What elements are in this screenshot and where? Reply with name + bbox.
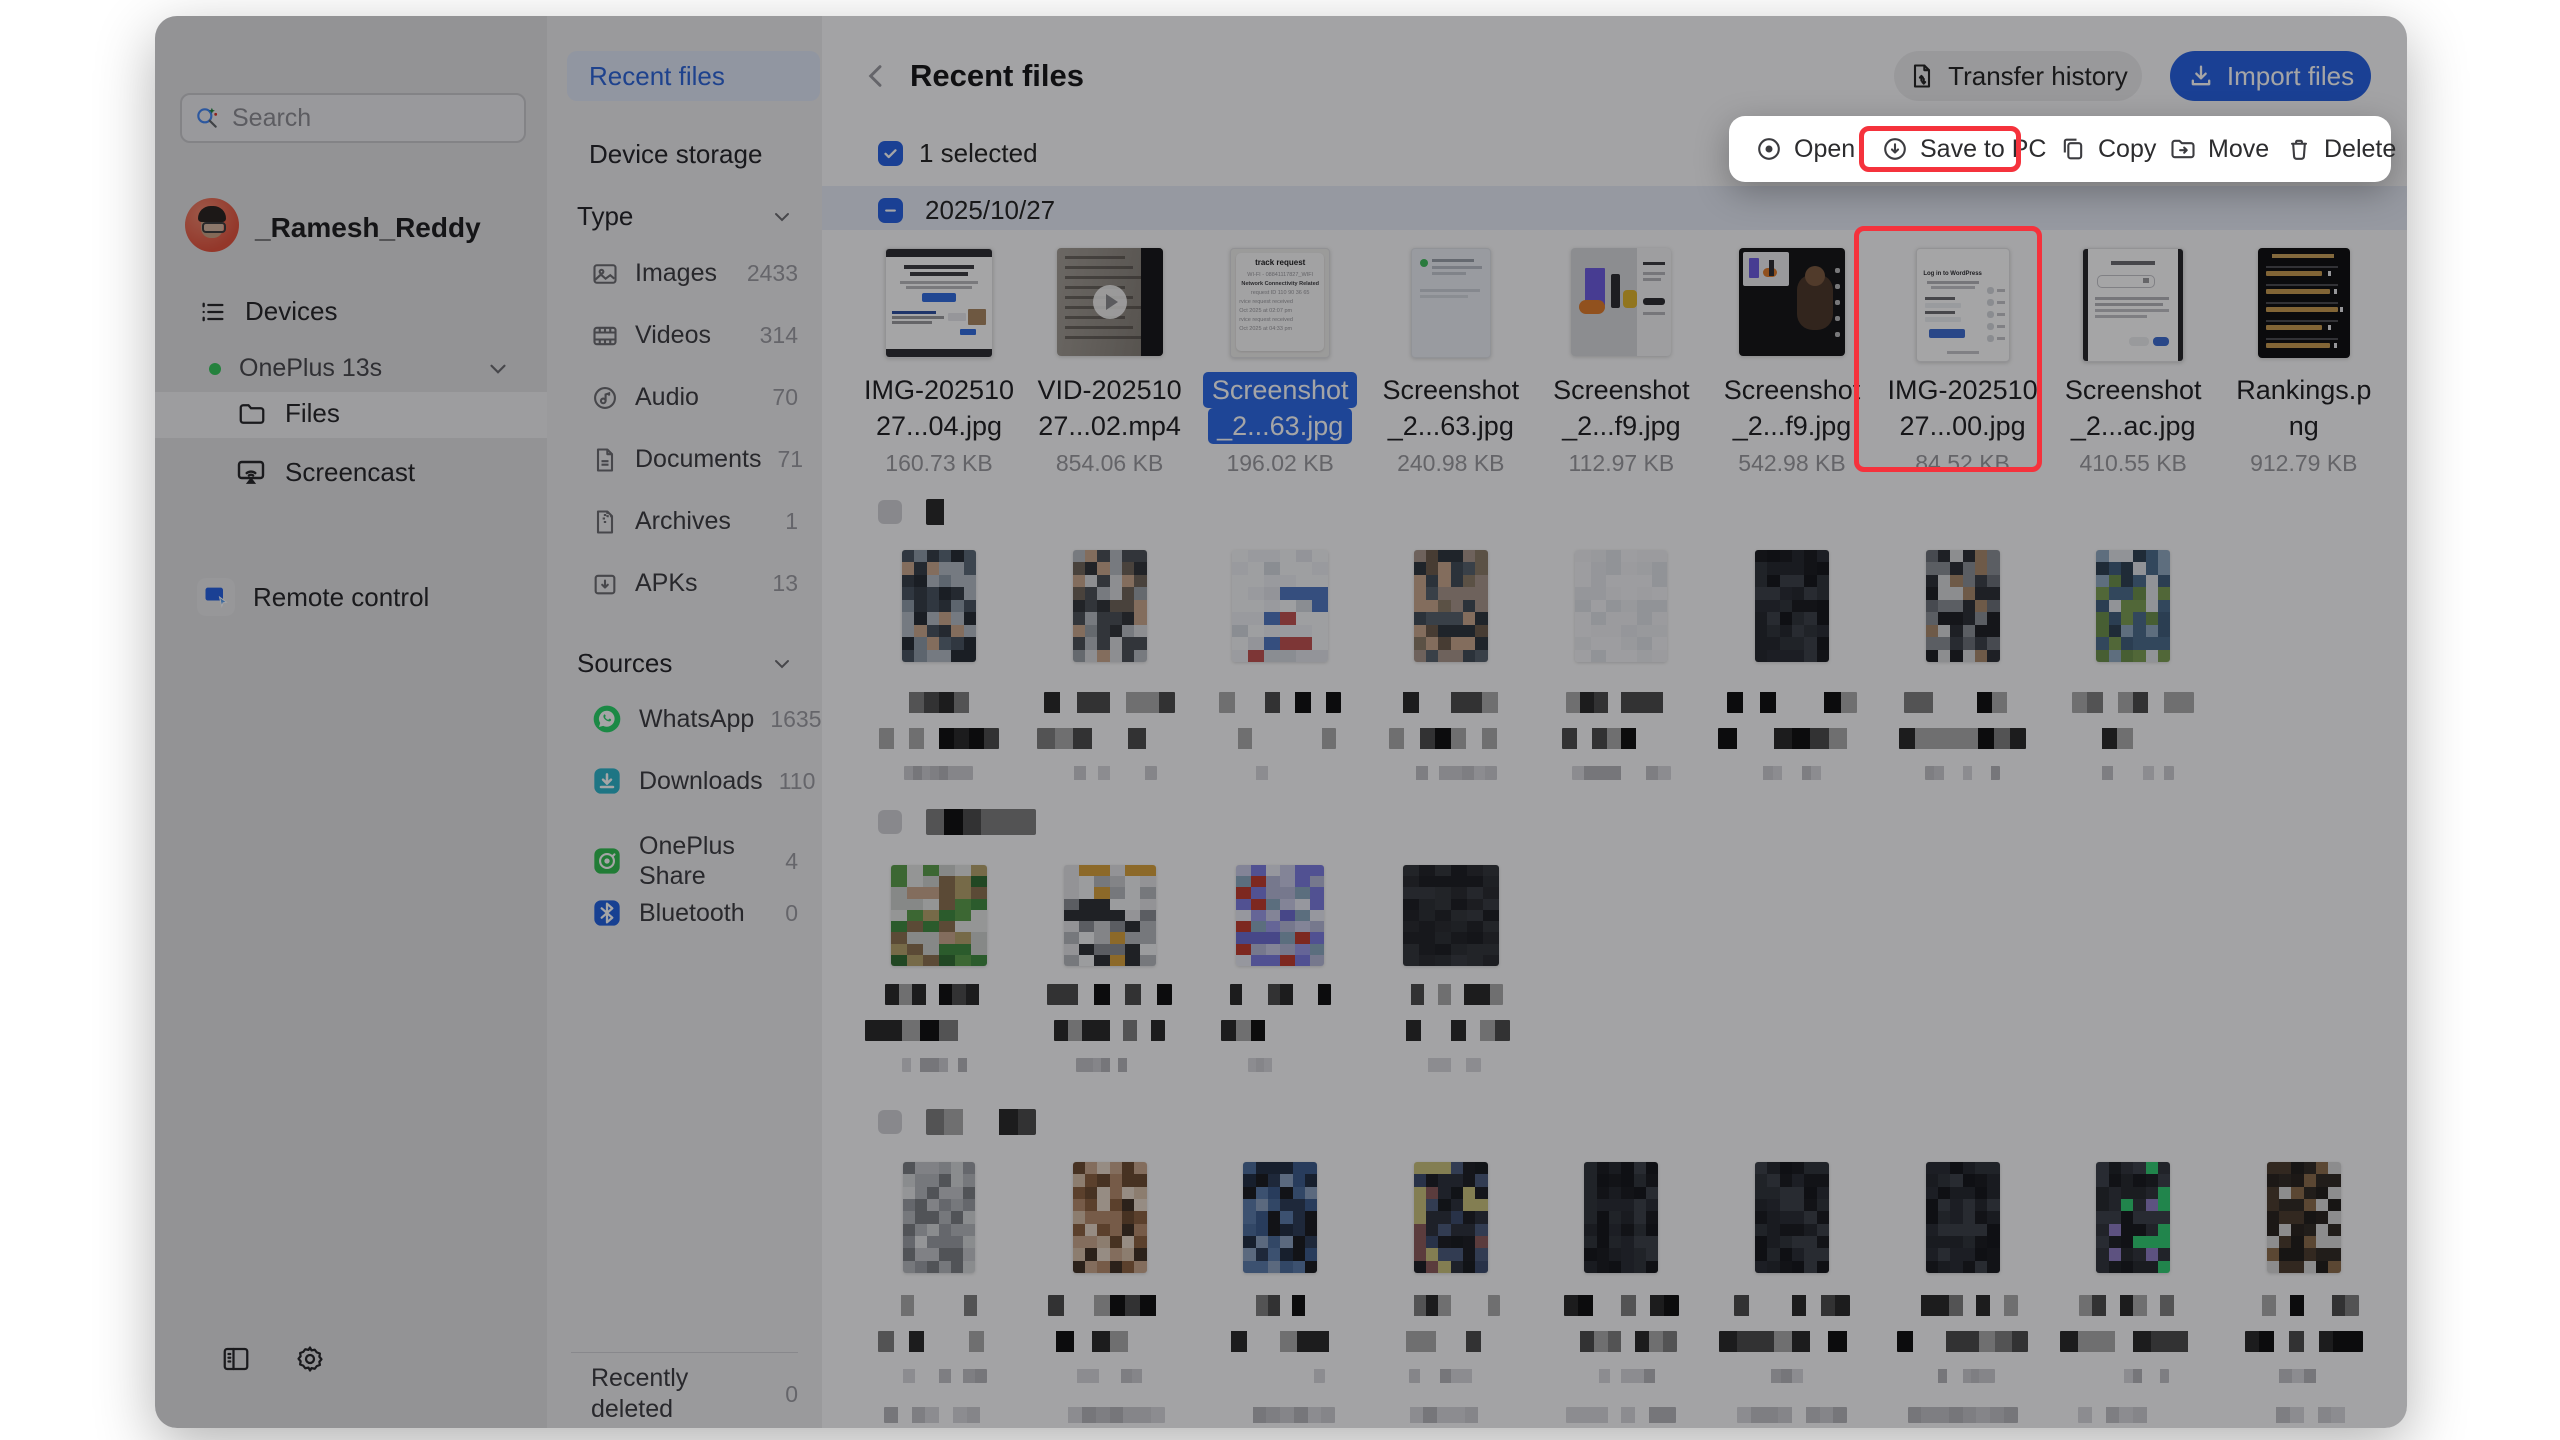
save-to-pc-annotation-box bbox=[1859, 126, 2021, 172]
selected-file-annotation-box bbox=[1854, 226, 2042, 472]
open-icon bbox=[1755, 135, 1783, 163]
copy-label: Copy bbox=[2098, 135, 2156, 164]
delete-label: Delete bbox=[2324, 135, 2396, 164]
move-icon bbox=[2169, 135, 2197, 163]
move-label: Move bbox=[2208, 135, 2269, 164]
copy-button[interactable]: Copy bbox=[2059, 116, 2156, 182]
desktop-background: _Ramesh_Reddy Devices OnePlus 13s bbox=[0, 0, 2560, 1440]
file-action-toolbar: Open Save to PC Copy Move Delete bbox=[1729, 116, 2391, 182]
open-button[interactable]: Open bbox=[1755, 116, 1855, 182]
delete-button[interactable]: Delete bbox=[2285, 116, 2396, 182]
open-label: Open bbox=[1794, 135, 1855, 164]
dim-overlay bbox=[155, 16, 2407, 1428]
copy-icon bbox=[2059, 135, 2087, 163]
move-button[interactable]: Move bbox=[2169, 116, 2269, 182]
delete-trash-icon bbox=[2285, 135, 2313, 163]
app-window: _Ramesh_Reddy Devices OnePlus 13s bbox=[155, 16, 2407, 1428]
